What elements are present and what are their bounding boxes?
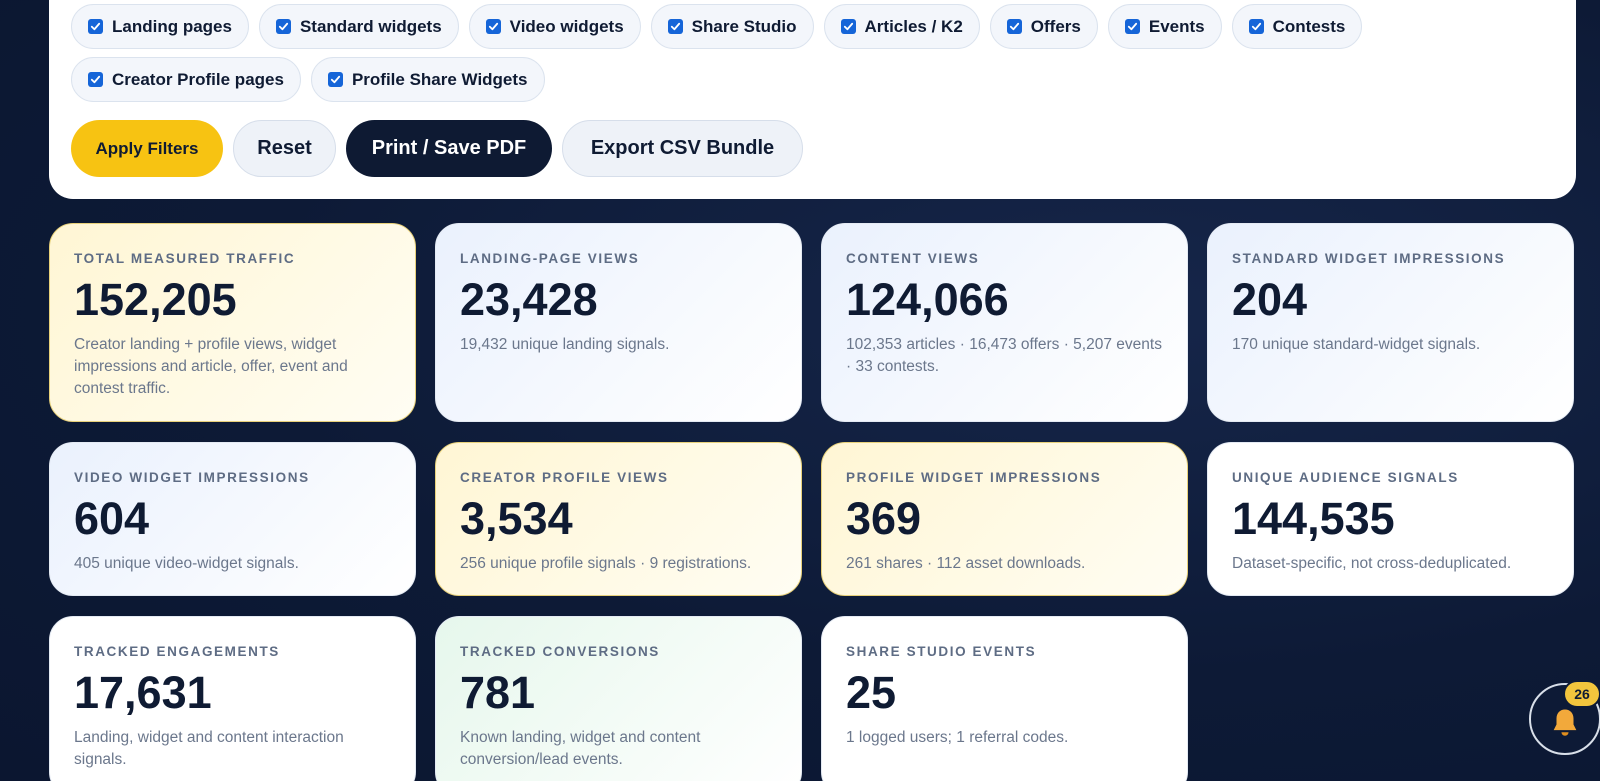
metric-value: 369 <box>846 493 922 544</box>
export-csv-bundle-button[interactable]: Export CSV Bundle <box>562 120 803 177</box>
filter-chip-standard-widgets[interactable]: Standard widgets <box>258 4 459 49</box>
metric-description: 170 unique standard-widget signals. <box>1232 335 1481 353</box>
metric-label: PROFILE WIDGET IMPRESSIONS <box>846 470 1102 485</box>
filter-chip-video-widgets[interactable]: Video widgets <box>468 4 641 49</box>
filter-chips-row-2: Creator Profile pages Profile Share Widg… <box>71 57 1371 102</box>
metric-description: 102,353 articles · 16,473 offers · 5,207… <box>846 335 1162 375</box>
metric-label: UNIQUE AUDIENCE SIGNALS <box>1232 470 1459 485</box>
reset-button[interactable]: Reset <box>233 120 336 177</box>
metric-card-share-studio-events: SHARE STUDIO EVENTS 25 1 logged users; 1… <box>821 616 1188 781</box>
checkbox-checked-icon[interactable] <box>667 19 683 34</box>
metric-label: CREATOR PROFILE VIEWS <box>460 470 669 485</box>
metric-description: Known landing, widget and content conver… <box>460 728 701 768</box>
filter-chip-articles-k2[interactable]: Articles / K2 <box>823 4 980 49</box>
metric-card-tracked-conversions: TRACKED CONVERSIONS 781 Known landing, w… <box>435 616 802 781</box>
metric-description: 19,432 unique landing signals. <box>460 335 670 353</box>
metric-label: CONTENT VIEWS <box>846 251 980 266</box>
notification-count-badge: 26 <box>1563 680 1600 708</box>
filter-chip-label: Share Studio <box>691 16 797 36</box>
filter-chip-offers[interactable]: Offers <box>989 4 1098 49</box>
checkbox-checked-icon[interactable] <box>88 19 103 34</box>
metric-card-profile-widget-impressions: PROFILE WIDGET IMPRESSIONS 369 261 share… <box>821 442 1188 596</box>
filter-chip-label: Offers <box>1030 16 1081 36</box>
metric-value: 604 <box>74 493 150 544</box>
metric-card-content-views: CONTENT VIEWS 124,066 102,353 articles ·… <box>821 223 1188 422</box>
metric-value: 144,535 <box>1232 493 1395 544</box>
metric-label: VIDEO WIDGET IMPRESSIONS <box>74 470 310 485</box>
checkbox-checked-icon[interactable] <box>275 19 291 34</box>
checkbox-checked-icon[interactable] <box>1006 19 1022 34</box>
metric-value: 25 <box>846 667 897 718</box>
checkbox-checked-icon[interactable] <box>327 72 343 87</box>
filter-chip-share-studio[interactable]: Share Studio <box>650 4 814 49</box>
filter-chips: Landing pages Standard widgets Video wid… <box>71 4 1371 49</box>
filter-chip-events[interactable]: Events <box>1107 4 1222 49</box>
filter-chip-landing-pages[interactable]: Landing pages <box>71 4 249 49</box>
metric-description: Creator landing + profile views, widget … <box>74 335 348 398</box>
metric-card-standard-widget-impressions: STANDARD WIDGET IMPRESSIONS 204 170 uniq… <box>1207 223 1574 422</box>
metric-description: 256 unique profile signals · 9 registrat… <box>460 554 752 572</box>
dashboard-page: Landing pages Standard widgets Video wid… <box>0 0 1600 781</box>
print-save-pdf-button[interactable]: Print / Save PDF <box>346 120 552 177</box>
filter-chip-label: Creator Profile pages <box>112 69 284 89</box>
filter-chip-label: Profile Share Widgets <box>351 69 528 89</box>
metric-label: LANDING-PAGE VIEWS <box>460 251 640 266</box>
checkbox-checked-icon[interactable] <box>840 19 856 34</box>
metric-card-unique-audience-signals: UNIQUE AUDIENCE SIGNALS 144,535 Dataset-… <box>1207 442 1574 596</box>
metric-value: 152,205 <box>74 274 237 325</box>
metric-description: Dataset-specific, not cross-deduplicated… <box>1232 554 1512 572</box>
metric-card-total-measured-traffic: TOTAL MEASURED TRAFFIC 152,205 Creator l… <box>49 223 416 422</box>
bell-icon <box>1553 709 1577 736</box>
filter-panel: Landing pages Standard widgets Video wid… <box>49 0 1576 199</box>
filter-chip-profile-share-widgets[interactable]: Profile Share Widgets <box>310 57 545 102</box>
filter-chip-label: Video widgets <box>509 16 624 36</box>
metric-label: TRACKED CONVERSIONS <box>460 644 660 659</box>
metric-description: Landing, widget and content interaction … <box>74 728 344 768</box>
filter-chip-label: Articles / K2 <box>864 16 963 36</box>
metric-label: TRACKED ENGAGEMENTS <box>74 644 280 659</box>
metric-value: 23,428 <box>460 274 598 325</box>
filter-chip-contests[interactable]: Contests <box>1231 4 1363 49</box>
metric-value: 124,066 <box>846 274 1009 325</box>
filter-chip-label: Contests <box>1272 16 1346 36</box>
metric-card-creator-profile-views: CREATOR PROFILE VIEWS 3,534 256 unique p… <box>435 442 802 596</box>
filter-chip-label: Events <box>1148 16 1205 36</box>
metric-card-landing-page-views: LANDING-PAGE VIEWS 23,428 19,432 unique … <box>435 223 802 422</box>
filter-chip-creator-profile-pages[interactable]: Creator Profile pages <box>71 57 301 102</box>
metric-description: 405 unique video-widget signals. <box>74 554 299 572</box>
metric-value: 3,534 <box>460 493 573 544</box>
filter-actions: Apply Filters Reset Print / Save PDF Exp… <box>71 120 1554 177</box>
metric-label: STANDARD WIDGET IMPRESSIONS <box>1232 251 1506 266</box>
metric-label: TOTAL MEASURED TRAFFIC <box>74 251 296 266</box>
metric-description: 261 shares · 112 asset downloads. <box>846 554 1086 572</box>
checkbox-checked-icon[interactable] <box>1248 19 1264 34</box>
filter-chip-label: Standard widgets <box>299 16 442 36</box>
checkbox-checked-icon[interactable] <box>1124 19 1140 34</box>
metric-value: 17,631 <box>74 667 212 718</box>
filter-chip-label: Landing pages <box>112 16 232 36</box>
metric-card-tracked-engagements: TRACKED ENGAGEMENTS 17,631 Landing, widg… <box>49 616 416 781</box>
checkbox-checked-icon[interactable] <box>88 72 103 87</box>
metric-value: 781 <box>460 667 536 718</box>
checkbox-checked-icon[interactable] <box>485 19 501 34</box>
metric-label: SHARE STUDIO EVENTS <box>846 644 1037 659</box>
metric-card-video-widget-impressions: VIDEO WIDGET IMPRESSIONS 604 405 unique … <box>49 442 416 596</box>
metric-value: 204 <box>1232 274 1308 325</box>
apply-filters-button[interactable]: Apply Filters <box>71 120 223 177</box>
metric-description: 1 logged users; 1 referral codes. <box>846 728 1069 746</box>
metric-cards-grid: TOTAL MEASURED TRAFFIC 152,205 Creator l… <box>49 223 1576 781</box>
